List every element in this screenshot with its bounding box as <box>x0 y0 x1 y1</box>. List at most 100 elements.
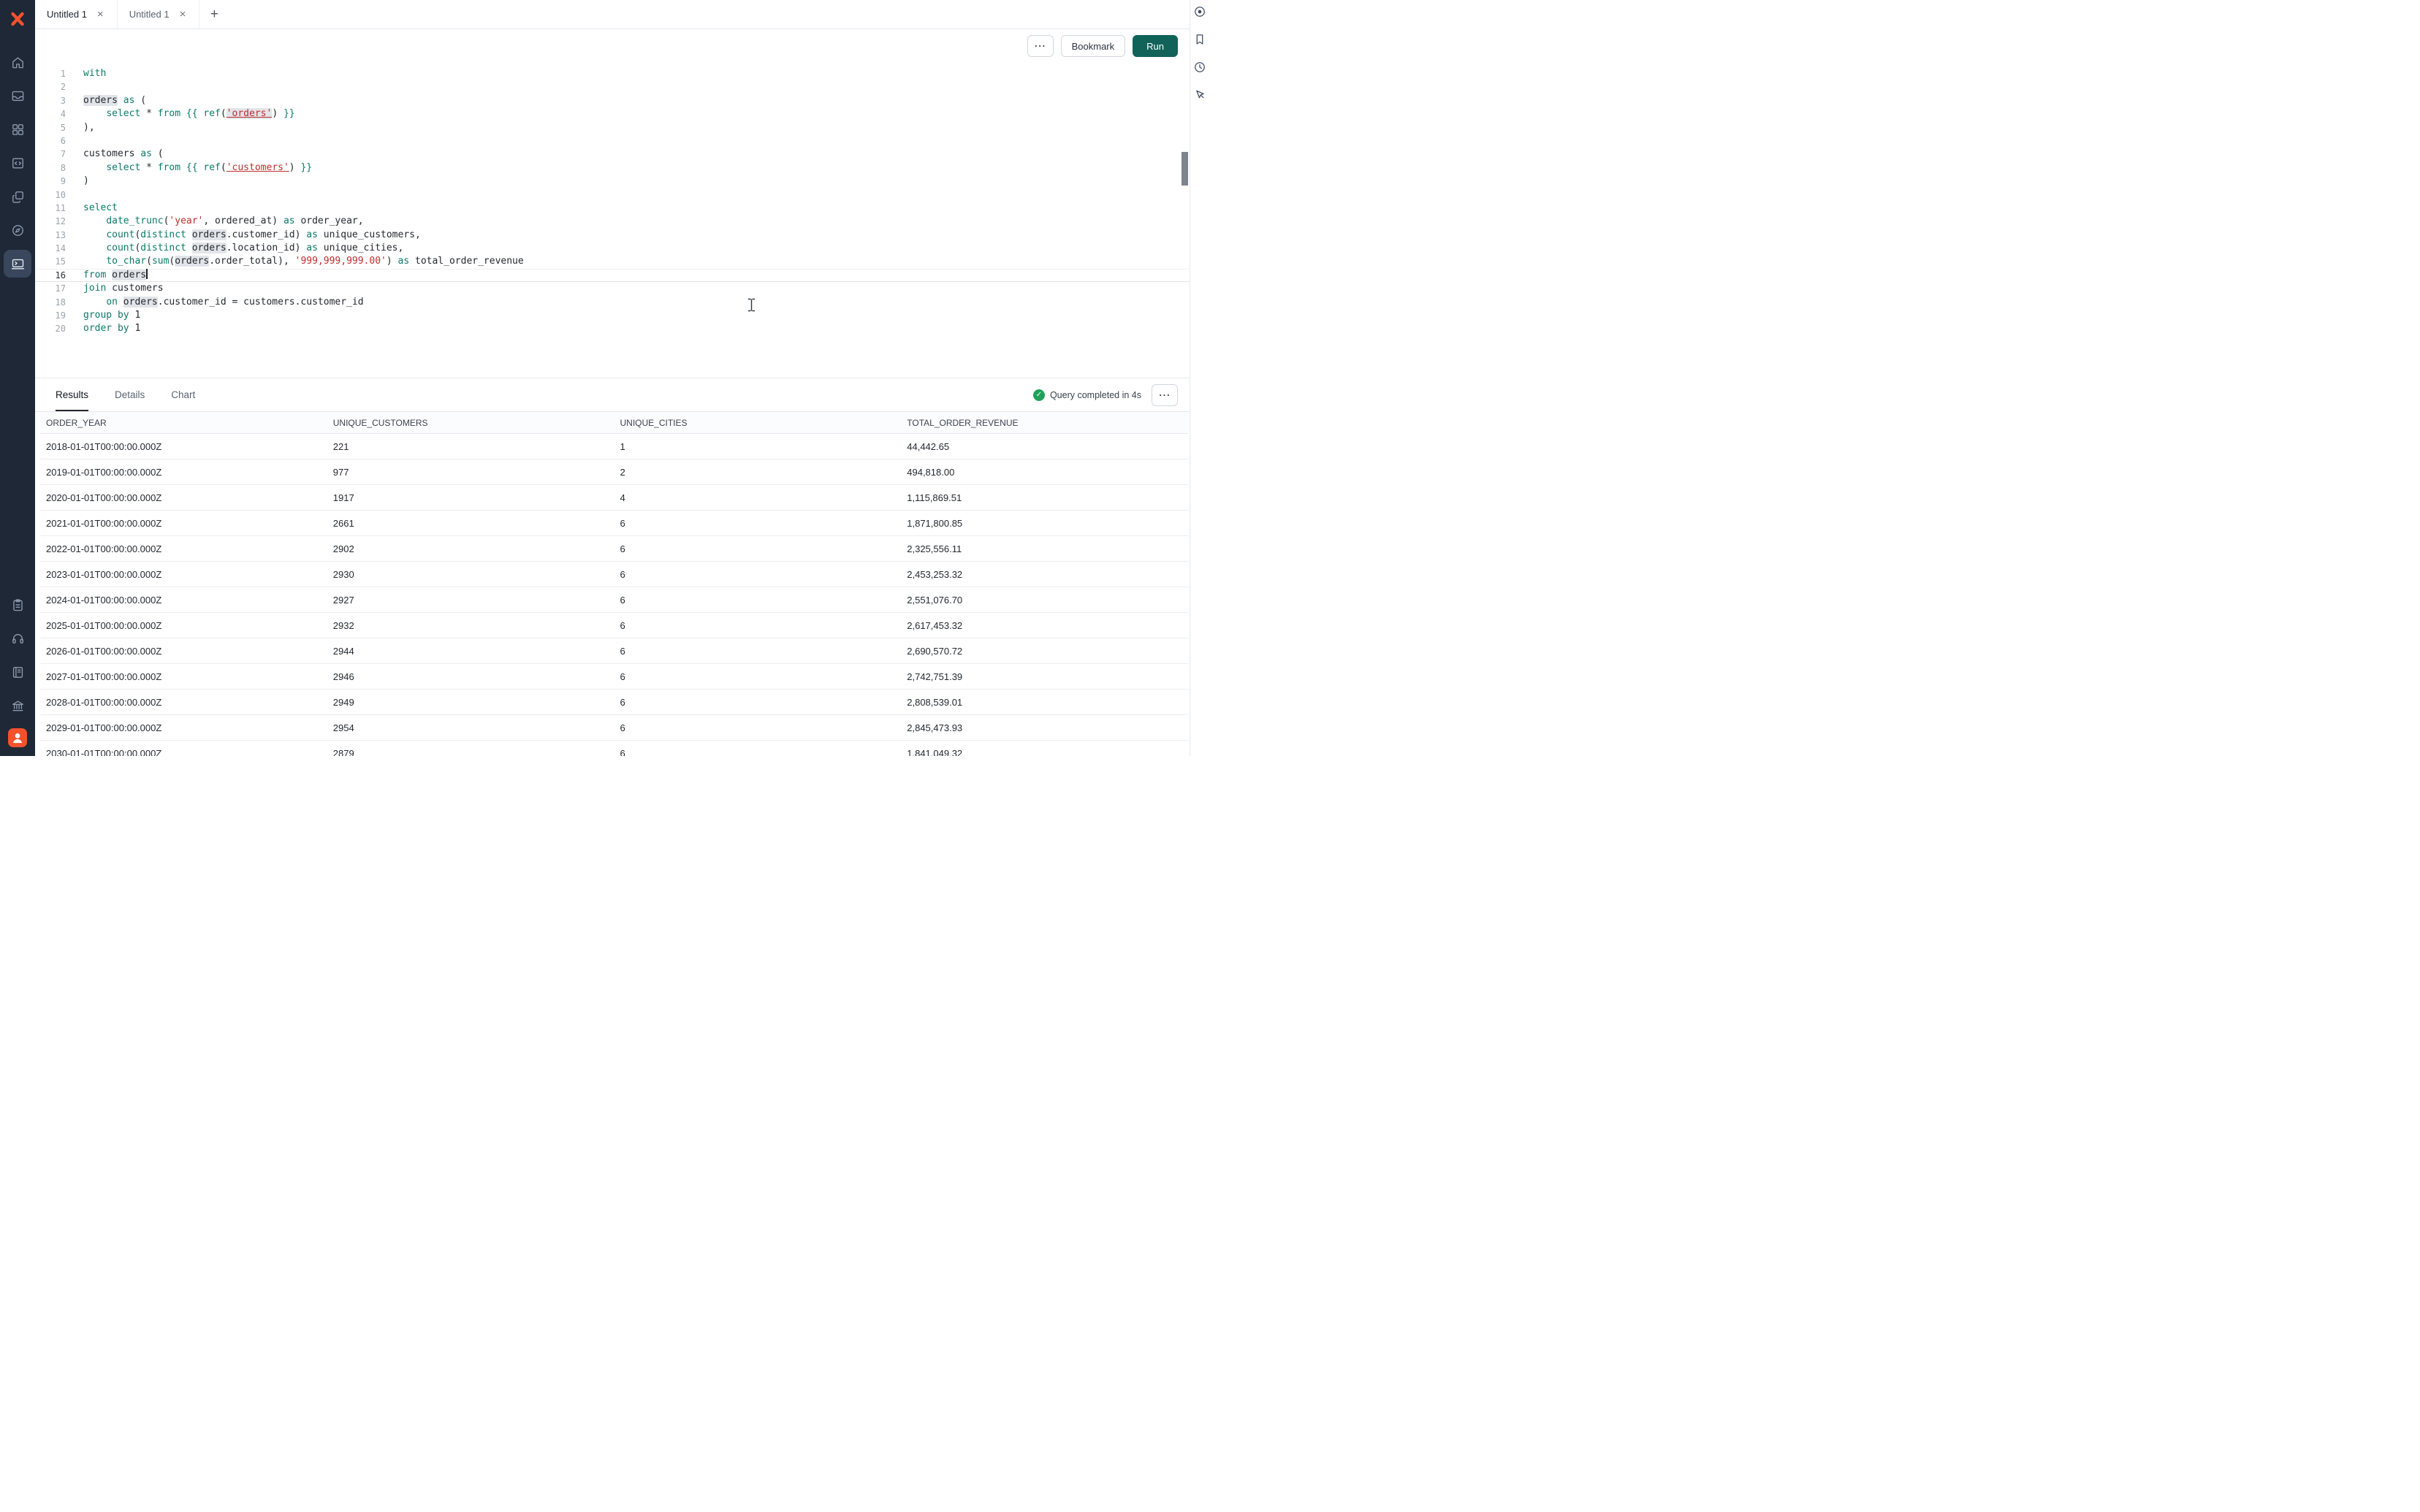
line-number: 4 <box>35 107 66 121</box>
right-sidebar-item-bookmarks[interactable] <box>1193 33 1208 47</box>
table-row[interactable]: 2023-01-01T00:00:00.000Z293062,453,253.3… <box>40 562 1188 587</box>
code-line-17[interactable]: 17join customers <box>35 282 1190 295</box>
code-line-20[interactable]: 20order by 1 <box>35 322 1190 335</box>
terminal-icon <box>11 257 25 271</box>
results-tab-chart[interactable]: Chart <box>171 378 195 411</box>
table-cell: 2024-01-01T00:00:00.000Z <box>40 595 327 606</box>
code-line-16[interactable]: 16from orders <box>35 269 1190 282</box>
table-cell: 2879 <box>327 748 614 757</box>
account-avatar[interactable] <box>8 728 27 747</box>
sidebar-item-organization[interactable] <box>4 692 31 719</box>
more-options-button[interactable]: ⋯ <box>1027 35 1054 57</box>
code-text: with <box>66 67 106 80</box>
table-row[interactable]: 2028-01-01T00:00:00.000Z294962,808,539.0… <box>40 690 1188 715</box>
right-sidebar <box>1190 0 1210 756</box>
code-line-8[interactable]: 8 select * from {{ ref('customers') }} <box>35 161 1190 175</box>
code-file-icon <box>11 156 25 170</box>
code-line-14[interactable]: 14 count(distinct orders.location_id) as… <box>35 242 1190 255</box>
table-row[interactable]: 2025-01-01T00:00:00.000Z293262,617,453.3… <box>40 613 1188 638</box>
sidebar-item-apps[interactable] <box>4 115 31 143</box>
code-text: select * from {{ ref('customers') }} <box>66 161 312 175</box>
sidebar-item-clipboard[interactable] <box>4 591 31 619</box>
pointer-icon <box>1193 88 1206 102</box>
table-row[interactable]: 2027-01-01T00:00:00.000Z294662,742,751.3… <box>40 664 1188 690</box>
column-header[interactable]: UNIQUE_CUSTOMERS <box>327 418 614 428</box>
sidebar-item-code-editor[interactable] <box>4 149 31 177</box>
table-row[interactable]: 2029-01-01T00:00:00.000Z295462,845,473.9… <box>40 715 1188 741</box>
column-header[interactable]: ORDER_YEAR <box>40 418 327 428</box>
code-line-4[interactable]: 4 select * from {{ ref('orders') }} <box>35 107 1190 121</box>
code-line-1[interactable]: 1with <box>35 67 1190 80</box>
table-row[interactable]: 2021-01-01T00:00:00.000Z266161,871,800.8… <box>40 511 1188 536</box>
table-row[interactable]: 2026-01-01T00:00:00.000Z294462,690,570.7… <box>40 638 1188 664</box>
table-cell: 6 <box>614 671 902 682</box>
code-line-6[interactable]: 6 <box>35 134 1190 148</box>
code-line-18[interactable]: 18 on orders.customer_id = customers.cus… <box>35 296 1190 309</box>
line-number: 9 <box>35 175 66 188</box>
app-logo[interactable] <box>7 9 28 29</box>
left-sidebar <box>0 0 35 756</box>
code-text <box>66 134 83 148</box>
code-line-7[interactable]: 7customers as ( <box>35 148 1190 161</box>
code-line-10[interactable]: 10 <box>35 188 1190 202</box>
code-line-2[interactable]: 2 <box>35 80 1190 93</box>
code-line-13[interactable]: 13 count(distinct orders.customer_id) as… <box>35 229 1190 242</box>
sidebar-item-docs[interactable] <box>4 658 31 686</box>
table-cell: 2020-01-01T00:00:00.000Z <box>40 492 327 503</box>
results-table: ORDER_YEARUNIQUE_CUSTOMERSUNIQUE_CITIEST… <box>35 412 1190 756</box>
table-cell: 2023-01-01T00:00:00.000Z <box>40 569 327 580</box>
sidebar-item-windows[interactable] <box>4 183 31 210</box>
sidebar-item-support[interactable] <box>4 625 31 652</box>
sidebar-item-warehouse[interactable] <box>4 82 31 110</box>
table-row[interactable]: 2019-01-01T00:00:00.000Z9772494,818.00 <box>40 459 1188 485</box>
code-text: order by 1 <box>66 322 140 335</box>
tab-close-icon[interactable]: × <box>96 8 105 20</box>
code-line-9[interactable]: 9) <box>35 175 1190 188</box>
results-tab-results[interactable]: Results <box>56 378 88 411</box>
sidebar-item-explore[interactable] <box>4 216 31 244</box>
sql-editor[interactable]: 1with23orders as (4 select * from {{ ref… <box>35 63 1190 378</box>
editor-scrollbar[interactable] <box>1180 63 1190 378</box>
table-header: ORDER_YEARUNIQUE_CUSTOMERSUNIQUE_CITIEST… <box>40 412 1188 434</box>
run-button[interactable]: Run <box>1133 35 1178 57</box>
code-line-19[interactable]: 19group by 1 <box>35 309 1190 322</box>
code-text: count(distinct orders.customer_id) as un… <box>66 229 421 242</box>
table-row[interactable]: 2024-01-01T00:00:00.000Z292762,551,076.7… <box>40 587 1188 613</box>
right-sidebar-item-history[interactable] <box>1193 61 1208 75</box>
status-text: Query completed in 4s <box>1050 390 1141 400</box>
new-tab-button[interactable]: + <box>199 0 229 28</box>
right-sidebar-item-interactions[interactable] <box>1193 88 1208 103</box>
right-sidebar-item-copilot[interactable] <box>1193 5 1208 20</box>
table-cell: 2030-01-01T00:00:00.000Z <box>40 748 327 757</box>
code-line-12[interactable]: 12 date_trunc('year', ordered_at) as ord… <box>35 215 1190 228</box>
code-line-15[interactable]: 15 to_char(sum(orders.order_total), '999… <box>35 255 1190 268</box>
bookmark-button[interactable]: Bookmark <box>1061 35 1126 57</box>
editor-tab[interactable]: Untitled 1× <box>118 0 200 28</box>
code-line-11[interactable]: 11select <box>35 202 1190 215</box>
results-more-button[interactable]: ⋯ <box>1152 384 1178 406</box>
sidebar-item-home[interactable] <box>4 48 31 76</box>
code-line-3[interactable]: 3orders as ( <box>35 94 1190 107</box>
table-cell: 2,453,253.32 <box>901 569 1188 580</box>
table-row[interactable]: 2030-01-01T00:00:00.000Z287961,841,049.3… <box>40 741 1188 756</box>
line-number: 15 <box>35 255 66 268</box>
column-header[interactable]: TOTAL_ORDER_REVENUE <box>901 418 1188 428</box>
line-number: 14 <box>35 242 66 255</box>
table-cell: 2,845,473.93 <box>901 722 1188 733</box>
table-row[interactable]: 2020-01-01T00:00:00.000Z191741,115,869.5… <box>40 485 1188 511</box>
bookmark-icon <box>1193 33 1206 46</box>
tab-label: Untitled 1 <box>47 9 87 20</box>
table-row[interactable]: 2018-01-01T00:00:00.000Z221144,442.65 <box>40 434 1188 459</box>
table-cell: 494,818.00 <box>901 467 1188 478</box>
table-row[interactable]: 2022-01-01T00:00:00.000Z290262,325,556.1… <box>40 536 1188 562</box>
table-cell: 2930 <box>327 569 614 580</box>
column-header[interactable]: UNIQUE_CITIES <box>614 418 902 428</box>
sidebar-item-terminal[interactable] <box>4 250 31 278</box>
code-line-5[interactable]: 5), <box>35 121 1190 134</box>
scrollbar-thumb[interactable] <box>1182 152 1188 186</box>
tab-close-icon[interactable]: × <box>178 8 188 20</box>
table-cell: 2932 <box>327 620 614 631</box>
results-tab-details[interactable]: Details <box>115 378 145 411</box>
editor-tab[interactable]: Untitled 1 × <box>35 0 118 28</box>
text-cursor <box>146 269 148 279</box>
